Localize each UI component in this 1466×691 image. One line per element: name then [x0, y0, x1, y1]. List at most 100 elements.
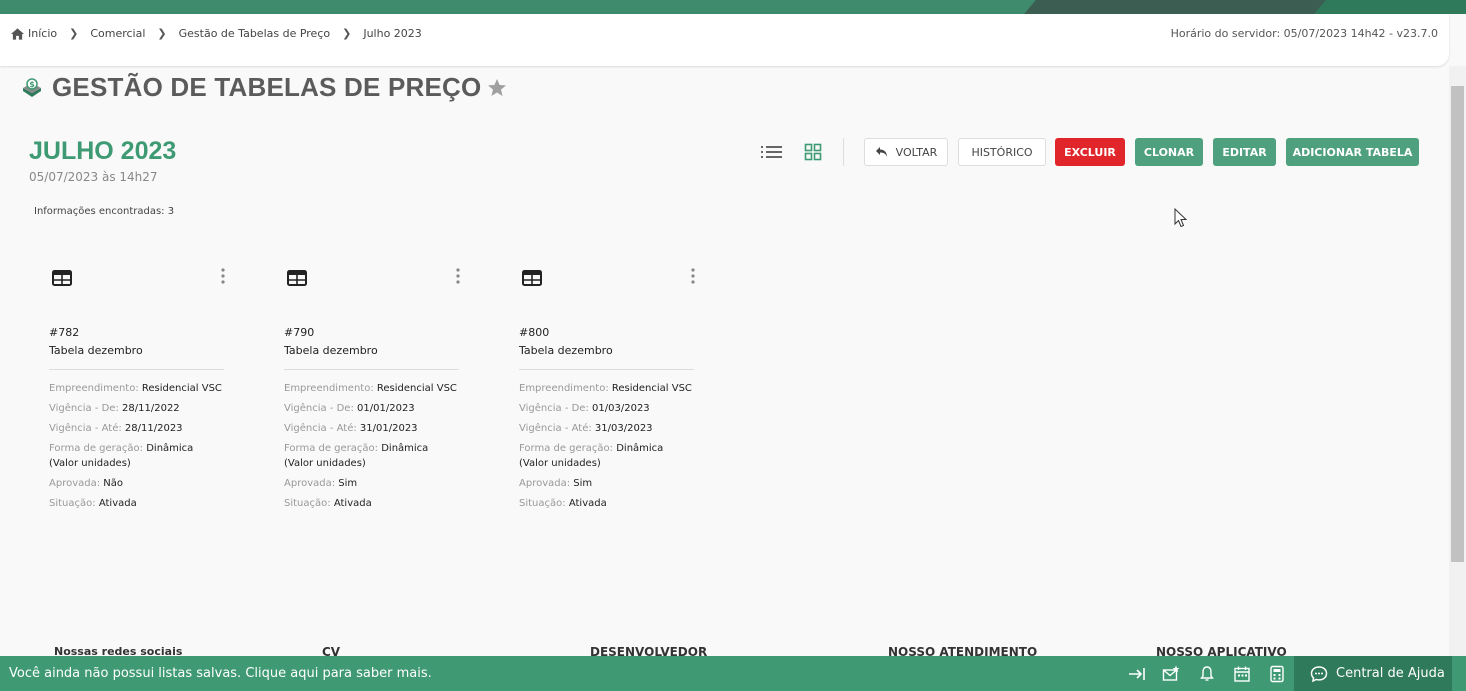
more-options-icon[interactable]: [221, 268, 225, 284]
card-field-forma: Forma de geração: Dinâmica (Valor unidade…: [49, 441, 229, 471]
card-field-aprovada: Aprovada: Sim: [284, 476, 464, 491]
grid-view-icon[interactable]: [804, 143, 822, 161]
card-field-vig_ate: Vigência - Até: 28/11/2023: [49, 421, 229, 436]
field-value: 31/03/2023: [594, 423, 653, 434]
history-button[interactable]: HISTÓRICO: [958, 138, 1046, 166]
card-divider: [519, 369, 694, 370]
card-id: #782: [49, 326, 80, 339]
saved-lists-message[interactable]: Você ainda não possui listas salvas. Cli…: [9, 666, 432, 681]
field-label: Aprovada:: [519, 478, 571, 489]
field-label: Aprovada:: [284, 478, 336, 489]
card-field-aprovada: Aprovada: Não: [49, 476, 229, 491]
back-button[interactable]: VOLTAR: [864, 138, 948, 166]
field-value: 28/11/2022: [122, 403, 180, 414]
field-value: Sim: [338, 478, 358, 489]
field-value: 31/01/2023: [359, 423, 418, 434]
card-field-vig_de: Vigência - De: 01/03/2023: [519, 401, 699, 416]
chevron-right-icon: ❯: [69, 27, 79, 40]
more-options-icon[interactable]: [691, 268, 695, 284]
breadcrumb-item: Início: [28, 27, 58, 40]
list-view-icon[interactable]: [760, 143, 784, 161]
view-toggle: [760, 143, 822, 161]
mouse-cursor-icon: [1174, 208, 1188, 228]
breadcrumb-item-current: Julho 2023: [363, 27, 422, 40]
edit-button[interactable]: EDITAR: [1213, 138, 1276, 166]
page-header: $ GESTÃO DE TABELAS DE PREÇO: [20, 72, 507, 103]
field-value-extra: (Valor unidades): [49, 458, 131, 469]
toolbar-divider: [843, 138, 844, 166]
price-table-card[interactable]: #800 Tabela dezembro Empreendimento: Resid…: [519, 262, 699, 522]
bell-icon[interactable]: [1198, 665, 1216, 683]
card-field-forma: Forma de geração: Dinâmica (Valor unidade…: [284, 441, 464, 471]
field-label: Aprovada:: [49, 478, 101, 489]
card-field-vig_ate: Vigência - Até: 31/01/2023: [284, 421, 464, 436]
field-value: Sim: [573, 478, 593, 489]
chevron-right-icon: ❯: [342, 27, 352, 40]
field-value: Não: [103, 478, 124, 489]
svg-text:$: $: [29, 80, 35, 89]
field-value: 01/01/2023: [357, 403, 415, 414]
field-label: Empreendimento:: [284, 383, 374, 394]
breadcrumb-item[interactable]: Comercial: [90, 27, 145, 40]
price-table-card[interactable]: #782 Tabela dezembro Empreendimento: Resid…: [49, 262, 229, 522]
calculator-icon[interactable]: [1268, 665, 1286, 683]
table-icon: [287, 270, 307, 286]
field-value: Dinâmica: [381, 443, 429, 454]
card-divider: [49, 369, 224, 370]
help-center-button[interactable]: Central de Ajuda: [1294, 656, 1452, 691]
field-label: Vigência - Até:: [49, 423, 122, 434]
card-field-situacao: Situação: Ativada: [519, 496, 699, 511]
card-field-vig_ate: Vigência - Até: 31/03/2023: [519, 421, 699, 436]
scrollbar-thumb[interactable]: [1451, 86, 1464, 562]
undo-arrow-icon: [875, 147, 887, 157]
card-field-empreendimento: Empreendimento: Residencial VSC: [284, 381, 464, 396]
mail-star-icon[interactable]: [1162, 665, 1180, 683]
top-color-strip: [0, 0, 1466, 14]
favorite-star-icon[interactable]: [487, 78, 507, 98]
card-field-situacao: Situação: Ativada: [49, 496, 229, 511]
table-icon: [52, 270, 72, 286]
price-table-card[interactable]: #790 Tabela dezembro Empreendimento: Resid…: [284, 262, 464, 522]
chevron-right-icon: ❯: [157, 27, 167, 40]
field-label: Forma de geração:: [519, 443, 614, 454]
field-value: 01/03/2023: [592, 403, 650, 414]
field-label: Vigência - De:: [519, 403, 589, 414]
section-date: 05/07/2023 às 14h27: [29, 170, 158, 184]
calendar-icon[interactable]: [1233, 665, 1251, 683]
card-field-situacao: Situação: Ativada: [284, 496, 464, 511]
card-name: Tabela dezembro: [284, 344, 378, 357]
card-id: #790: [284, 326, 315, 339]
results-count-value: 3: [167, 206, 175, 217]
breadcrumb-item[interactable]: Gestão de Tabelas de Preço: [179, 27, 330, 40]
breadcrumb-home[interactable]: Início: [11, 27, 57, 40]
page-title: GESTÃO DE TABELAS DE PREÇO: [52, 72, 482, 102]
price-table-icon: $: [23, 77, 41, 97]
card-field-empreendimento: Empreendimento: Residencial VSC: [49, 381, 229, 396]
field-label: Situação:: [284, 498, 331, 509]
card-name: Tabela dezembro: [49, 344, 143, 357]
field-label: Vigência - Até:: [519, 423, 592, 434]
field-value: Dinâmica: [146, 443, 194, 454]
field-label: Forma de geração:: [49, 443, 144, 454]
field-label: Situação:: [49, 498, 96, 509]
field-value: Ativada: [333, 498, 372, 509]
table-icon: [522, 270, 542, 286]
field-label: Vigência - De:: [284, 403, 354, 414]
expand-panel-icon[interactable]: [1128, 665, 1146, 683]
results-count: Informações encontradas: 3: [34, 206, 174, 217]
breadcrumb: Início ❯ Comercial ❯ Gestão de Tabelas d…: [11, 27, 422, 40]
add-table-button[interactable]: ADICIONAR TABELA: [1286, 138, 1419, 166]
field-value-extra: (Valor unidades): [284, 458, 366, 469]
help-center-label: Central de Ajuda: [1336, 666, 1445, 681]
card-id: #800: [519, 326, 550, 339]
field-label: Empreendimento:: [49, 383, 139, 394]
card-field-empreendimento: Empreendimento: Residencial VSC: [519, 381, 699, 396]
delete-button[interactable]: EXCLUIR: [1055, 138, 1125, 166]
card-field-aprovada: Aprovada: Sim: [519, 476, 699, 491]
field-value: Residencial VSC: [141, 383, 222, 394]
more-options-icon[interactable]: [456, 268, 460, 284]
field-value: Ativada: [98, 498, 137, 509]
card-divider: [284, 369, 459, 370]
card-field-vig_de: Vigência - De: 01/01/2023: [284, 401, 464, 416]
clone-button[interactable]: CLONAR: [1135, 138, 1203, 166]
